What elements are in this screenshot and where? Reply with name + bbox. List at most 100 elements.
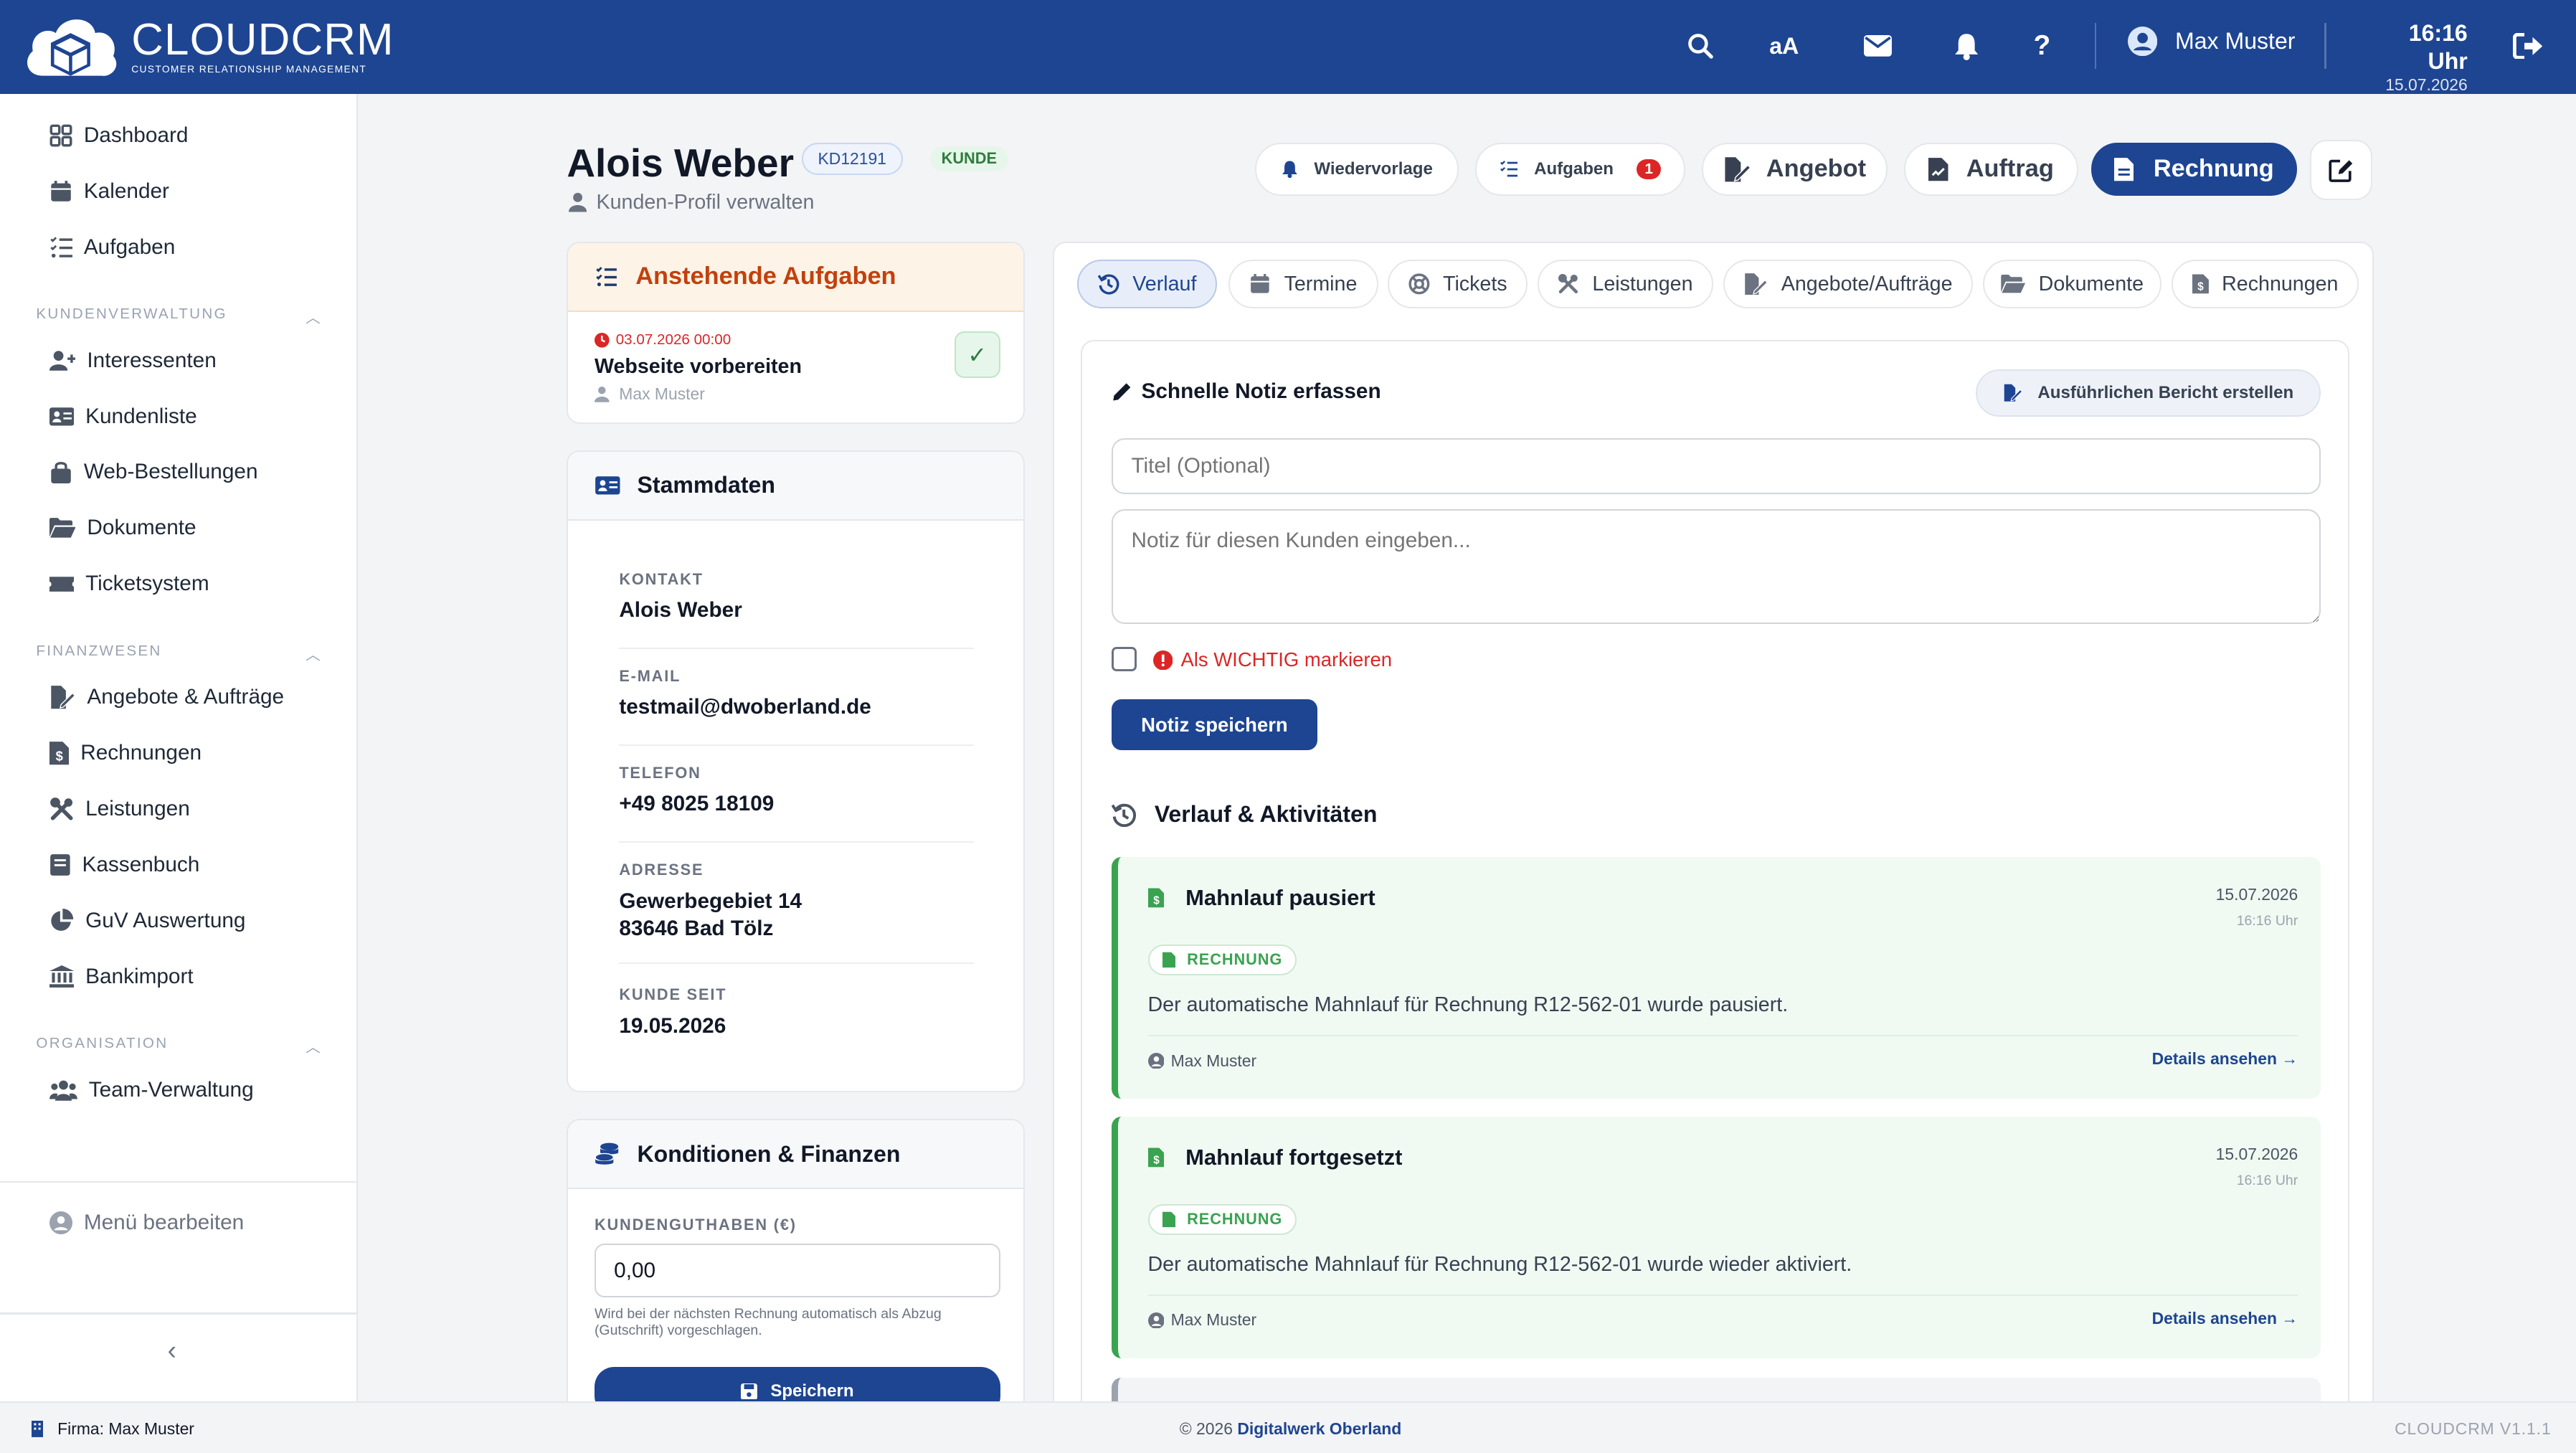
activity-item: $ Mahnlauf fortgesetzt 15.07.2026 16:16 Uh…: [1112, 1117, 2321, 1358]
tab-termine[interactable]: Termine: [1228, 259, 1378, 309]
tab-tickets[interactable]: Tickets: [1388, 259, 1528, 309]
important-label[interactable]: Als WICHTIG markieren: [1152, 648, 1392, 671]
sidebar-item-label: Interessenten: [87, 348, 217, 372]
section-kundenverwaltung[interactable]: KUNDENVERWALTUNG ︿: [36, 306, 322, 327]
cloud-box-logo-icon: [27, 19, 117, 76]
edit-menu-button[interactable]: Menü bearbeiten: [49, 1211, 244, 1235]
tools-icon: [1558, 274, 1578, 294]
activity-item: [1112, 1378, 2321, 1402]
important-checkbox[interactable]: [1112, 646, 1137, 672]
wiedervorlage-button[interactable]: Wiedervorlage: [1255, 143, 1459, 196]
angebot-button[interactable]: Angebot: [1702, 143, 1888, 196]
details-link[interactable]: Details ansehen →: [2152, 1309, 2298, 1328]
field-value[interactable]: Alois Weber: [619, 597, 974, 625]
sidebar-item-interessenten[interactable]: Interessenten: [49, 349, 217, 373]
help-icon[interactable]: ?: [2022, 27, 2062, 66]
email-link[interactable]: testmail@dwoberland.de: [619, 694, 974, 721]
note-body-input[interactable]: [1112, 508, 2321, 624]
user-menu[interactable]: Max Muster: [2127, 26, 2295, 56]
file-signature-icon: [1725, 156, 1751, 181]
sidebar-item-guv[interactable]: GuV Auswertung: [49, 908, 245, 933]
sidebar-item-team[interactable]: Team-Verwaltung: [49, 1078, 254, 1102]
divider: [0, 1181, 359, 1183]
activity-text: Der automatische Mahnlauf für Rechnung R…: [1147, 993, 1789, 1017]
details-link[interactable]: Details ansehen →: [2152, 1049, 2298, 1069]
address-card-icon: [49, 407, 75, 426]
sidebar-item-leistungen[interactable]: Leistungen: [49, 797, 190, 821]
user-circle-icon: [1147, 1312, 1165, 1329]
aufgaben-button[interactable]: Aufgaben 1: [1475, 143, 1686, 196]
tab-rechnungen[interactable]: $ Rechnungen: [2172, 259, 2359, 309]
chevron-up-icon: ︿: [306, 646, 322, 663]
sidebar-item-dokumente[interactable]: Dokumente: [49, 516, 196, 540]
complete-task-button[interactable]: ✓: [954, 331, 1000, 378]
credit-input[interactable]: [594, 1243, 1000, 1298]
address-line-2[interactable]: 83646 Bad Tölz: [619, 915, 974, 943]
field-label: TELEFON: [619, 763, 701, 782]
footer: Firma: Max Muster © 2026 Digitalwerk Obe…: [0, 1401, 2576, 1453]
sidebar-item-ticketsystem[interactable]: Ticketsystem: [49, 572, 209, 596]
edit-customer-button[interactable]: [2309, 139, 2372, 201]
clock-date: 15.07.2026: [2385, 75, 2468, 95]
section-finanzwesen[interactable]: FINANZWESEN ︿: [36, 643, 322, 664]
sidebar-item-rechnungen[interactable]: $ Rechnungen: [49, 741, 202, 765]
note-title-input[interactable]: [1112, 438, 2321, 494]
field-email: E-MAIL testmail@dwoberland.de: [619, 667, 975, 746]
field-telefon: TELEFON +49 8025 18109: [619, 763, 975, 843]
tab-verlauf[interactable]: Verlauf: [1077, 259, 1218, 309]
section-organisation[interactable]: ORGANISATION ︿: [36, 1035, 322, 1056]
tasks-title: Anstehende Aufgaben: [635, 262, 896, 290]
logout-icon[interactable]: [2509, 27, 2548, 66]
top-bar: CLOUDCRM CUSTOMER RELATIONSHIP MANAGEMEN…: [0, 0, 2576, 94]
sidebar-item-label: Leistungen: [85, 797, 190, 821]
save-note-button[interactable]: Notiz speichern: [1112, 699, 1317, 751]
phone-link[interactable]: +49 8025 18109: [619, 790, 974, 818]
sidebar-item-bankimport[interactable]: Bankimport: [49, 965, 194, 989]
button-label: Wiedervorlage: [1314, 158, 1433, 179]
button-label: Auftrag: [1966, 155, 2054, 183]
tab-label: Rechnungen: [2222, 272, 2339, 295]
calendar-icon: [1251, 274, 1270, 293]
collapse-sidebar-icon[interactable]: ‹: [168, 1335, 176, 1366]
company-link[interactable]: Digitalwerk Oberland: [1237, 1419, 1401, 1438]
activity-user-name: Max Muster: [1170, 1310, 1257, 1330]
sidebar-item-label: Kassenbuch: [82, 852, 200, 876]
sidebar-item-web-bestellungen[interactable]: Web-Bestellungen: [49, 460, 258, 484]
tab-angebote-auftraege[interactable]: Angebote/Aufträge: [1723, 259, 1973, 309]
tab-dokumente[interactable]: Dokumente: [1982, 259, 2162, 309]
rechnung-button[interactable]: Rechnung: [2091, 143, 2297, 196]
sidebar-item-angebote[interactable]: Angebote & Aufträge: [49, 685, 284, 709]
sidebar-item-label: Team-Verwaltung: [88, 1077, 254, 1102]
sidebar-item-kalender[interactable]: Kalender: [49, 179, 169, 204]
bell-icon[interactable]: [1947, 27, 1987, 66]
sidebar-item-dashboard[interactable]: Dashboard: [49, 123, 189, 148]
sidebar-item-label: Rechnungen: [80, 741, 202, 765]
detailed-report-button[interactable]: Ausführlichen Bericht erstellen: [1976, 369, 2321, 417]
search-icon[interactable]: [1680, 27, 1720, 66]
sidebar-item-kassenbuch[interactable]: Kassenbuch: [49, 852, 200, 877]
field-adresse: ADRESSE Gewerbegebiet 14 83646 Bad Tölz: [619, 861, 975, 965]
svg-text:$: $: [2197, 281, 2204, 293]
logo[interactable]: CLOUDCRM CUSTOMER RELATIONSHIP MANAGEMEN…: [23, 10, 394, 82]
address-line-1[interactable]: Gewerbegebiet 14: [619, 888, 974, 916]
master-data-card: Stammdaten KONTAKT Alois Weber E-MAIL test…: [567, 450, 1026, 1093]
mail-icon[interactable]: [1858, 27, 1898, 66]
clock-time: 16:16 Uhr: [2408, 20, 2468, 75]
file-signature-icon: [51, 686, 76, 709]
bell-icon: [1282, 161, 1297, 179]
tab-label: Angebote/Aufträge: [1781, 272, 1953, 295]
save-credit-button[interactable]: Speichern: [594, 1366, 1000, 1402]
sidebar-item-aufgaben[interactable]: Aufgaben: [49, 235, 175, 260]
sidebar-item-kundenliste[interactable]: Kundenliste: [49, 404, 197, 429]
tab-leistungen[interactable]: Leistungen: [1537, 259, 1713, 309]
copyright: © 2026 Digitalwerk Oberland: [1180, 1419, 1402, 1439]
task-owner-name: Max Muster: [619, 384, 705, 403]
svg-text:$: $: [55, 749, 62, 764]
file-invoice-dollar-icon: $: [49, 742, 70, 765]
lifebuoy-icon: [1408, 273, 1430, 295]
font-size-toggle[interactable]: aA: [1764, 27, 1804, 66]
check-icon: ✓: [967, 341, 988, 368]
tab-label: Tickets: [1443, 272, 1507, 295]
sidebar-item-label: Dashboard: [83, 123, 189, 147]
auftrag-button[interactable]: Auftrag: [1904, 143, 2078, 196]
